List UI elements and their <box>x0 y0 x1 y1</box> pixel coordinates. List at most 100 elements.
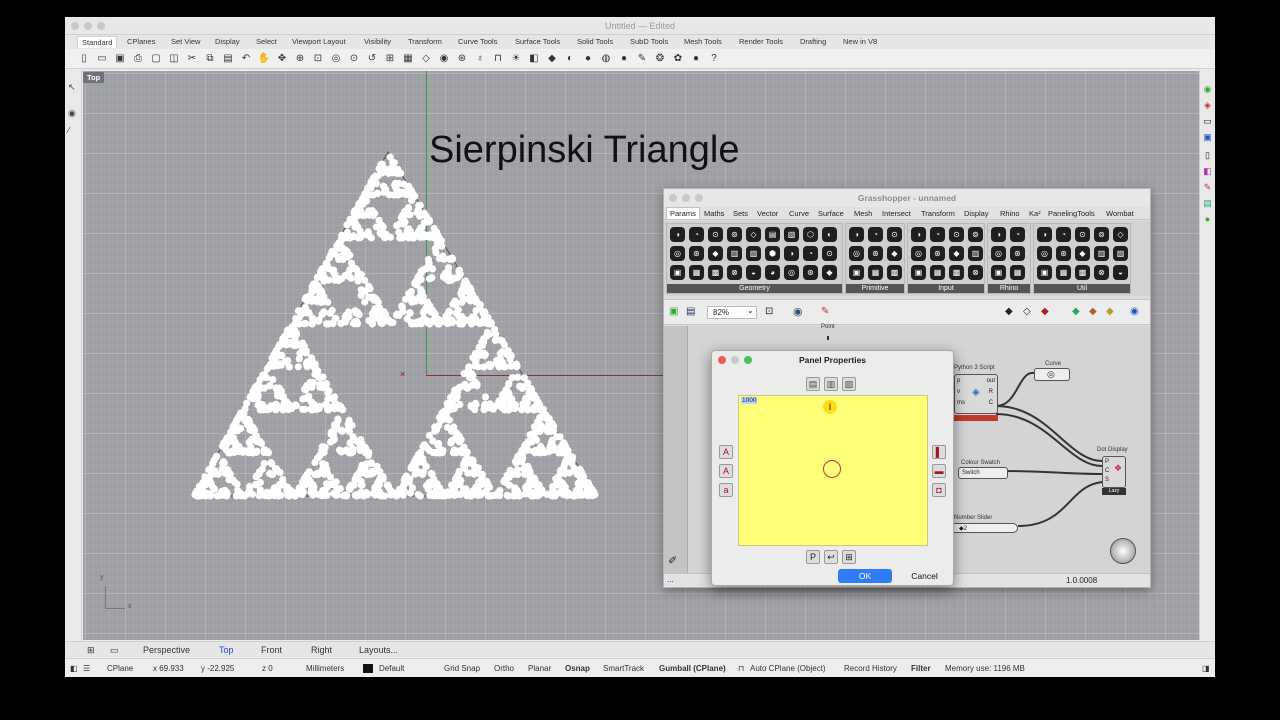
color-wheel-icon[interactable]: ◐ <box>563 52 577 66</box>
tab-mesh-tools[interactable]: Mesh Tools <box>684 37 722 46</box>
gh-tab-mesh[interactable]: Mesh <box>854 209 872 218</box>
component-icon[interactable]: ◎ <box>1037 246 1052 261</box>
tab-standard[interactable]: Standard <box>77 36 118 48</box>
panel-toggle-icon[interactable]: ◧ <box>70 664 78 673</box>
component-icon[interactable]: ▩ <box>708 265 723 280</box>
view-tab-layouts[interactable]: Layouts... <box>359 645 398 655</box>
tab-subd-tools[interactable]: SubD Tools <box>630 37 668 46</box>
status-gumball[interactable]: Gumball (CPlane) <box>659 664 726 673</box>
select-icon[interactable]: ⊛ <box>455 52 469 66</box>
component-icon[interactable]: ⬡ <box>803 227 818 242</box>
component-icon[interactable]: ◑ <box>784 246 799 261</box>
gh-tab-curve[interactable]: Curve <box>789 209 809 218</box>
view-tab-front[interactable]: Front <box>261 645 282 655</box>
menu-icon[interactable]: ☰ <box>83 664 90 673</box>
paragraph-button[interactable]: P <box>806 550 820 564</box>
material-icon[interactable]: ◈ <box>1202 100 1213 111</box>
tab-solid-tools[interactable]: Solid Tools <box>577 37 613 46</box>
component-icon[interactable]: ◆ <box>708 246 723 261</box>
component-icon[interactable]: ◕ <box>765 265 780 280</box>
component-icon[interactable]: ⊛ <box>868 246 883 261</box>
viewport-label[interactable]: Top <box>83 72 105 83</box>
dialog-minimize-dot[interactable] <box>731 356 739 364</box>
help-icon[interactable]: ? <box>707 52 721 66</box>
light-icon[interactable]: ♁ <box>473 52 487 66</box>
component-icon[interactable]: ▨ <box>1113 246 1128 261</box>
four-views-icon[interactable]: ⊞ <box>383 52 397 66</box>
status-planar[interactable]: Planar <box>528 664 551 673</box>
component-icon[interactable]: ▣ <box>849 265 864 280</box>
gh-close-dot[interactable] <box>669 194 677 202</box>
paste-icon[interactable]: ▤ <box>221 52 235 66</box>
rotate-view-icon[interactable]: ✥ <box>275 52 289 66</box>
component-icon[interactable]: ▦ <box>1056 265 1071 280</box>
gh-tab-ka2[interactable]: Ka² <box>1029 209 1041 218</box>
zoom-window-icon[interactable]: ⊡ <box>311 52 325 66</box>
component-icon[interactable]: ▨ <box>746 246 761 261</box>
gh-minimize-dot[interactable] <box>682 194 690 202</box>
gh-tab-wombat[interactable]: Wombat <box>1106 209 1134 218</box>
component-icon[interactable]: ◔ <box>1010 227 1025 242</box>
save-file-icon[interactable]: ▤ <box>686 306 695 317</box>
shaded-icon[interactable]: ● <box>617 52 631 66</box>
component-icon[interactable]: ▩ <box>949 265 964 280</box>
named-views-icon[interactable]: ▣ <box>1202 132 1213 143</box>
tab-select[interactable]: Select <box>256 37 277 46</box>
help-panel-icon[interactable]: ● <box>1202 214 1213 225</box>
pencil-icon[interactable]: ✎ <box>635 52 649 66</box>
component-icon[interactable]: ▧ <box>784 227 799 242</box>
font-style-button[interactable]: A <box>719 464 733 478</box>
component-icon[interactable]: ⊗ <box>968 265 983 280</box>
panel-color-button[interactable]: ▌ <box>932 445 946 459</box>
solve-icon[interactable]: ◆ <box>1089 306 1097 317</box>
component-icon[interactable]: ⊚ <box>727 227 742 242</box>
panel-text-content[interactable]: 1000 <box>741 397 758 404</box>
component-icon[interactable]: ▦ <box>868 265 883 280</box>
index-button[interactable]: ⊞ <box>842 550 856 564</box>
lightbulb-icon[interactable]: ☀ <box>509 52 523 66</box>
panel-bucket-button[interactable]: ◘ <box>932 483 946 497</box>
component-icon[interactable]: ◇ <box>1113 227 1128 242</box>
component-icon[interactable]: ⊗ <box>727 265 742 280</box>
component-icon[interactable]: ◔ <box>930 227 945 242</box>
component-icon[interactable]: ⊛ <box>803 265 818 280</box>
materials-icon[interactable]: ◆ <box>545 52 559 66</box>
object-properties-icon[interactable]: ◧ <box>527 52 541 66</box>
status-filter[interactable]: Filter <box>911 664 931 673</box>
tab-drafting[interactable]: Drafting <box>800 37 826 46</box>
align-left-button[interactable]: ▤ <box>806 377 820 391</box>
cancel-button[interactable]: Cancel <box>902 569 947 583</box>
font-color-button[interactable]: a <box>719 483 733 497</box>
gh-tab-maths[interactable]: Maths <box>704 209 724 218</box>
monitor-icon[interactable]: ▭ <box>1202 116 1213 127</box>
gh-tab-surface[interactable]: Surface <box>818 209 844 218</box>
grid-icon[interactable]: ▦ <box>401 52 415 66</box>
component-icon[interactable]: ⊙ <box>708 227 723 242</box>
status-ortho[interactable]: Ortho <box>494 664 514 673</box>
zoom-icon[interactable]: ⊕ <box>293 52 307 66</box>
render-sphere-icon[interactable]: ● <box>581 52 595 66</box>
component-icon[interactable]: ⬢ <box>765 246 780 261</box>
right-panel-toggle-icon[interactable]: ◨ <box>1202 664 1210 673</box>
component-icon[interactable]: ◔ <box>1056 227 1071 242</box>
gh-tab-transform[interactable]: Transform <box>921 209 955 218</box>
gh-zoom-dot[interactable] <box>695 194 703 202</box>
pan-icon[interactable]: ✋ <box>257 52 271 66</box>
navigation-compass[interactable] <box>1110 538 1136 564</box>
tab-set-view[interactable]: Set View <box>171 37 200 46</box>
display-icon[interactable]: ◉ <box>1202 84 1213 95</box>
dialog-zoom-dot[interactable] <box>744 356 752 364</box>
close-dot[interactable] <box>71 22 79 30</box>
gh-tab-display[interactable]: Display <box>964 209 989 218</box>
component-icon[interactable]: ◐ <box>822 227 837 242</box>
component-icon[interactable]: ▥ <box>727 246 742 261</box>
zoom-selected-icon[interactable]: ⊙ <box>347 52 361 66</box>
layers-icon[interactable]: ◧ <box>1202 166 1213 177</box>
tab-visibility[interactable]: Visibility <box>364 37 391 46</box>
layer-icon[interactable]: ◉ <box>437 52 451 66</box>
view-tab-right[interactable]: Right <box>311 645 332 655</box>
font-button[interactable]: A <box>719 445 733 459</box>
component-icon[interactable]: ▩ <box>887 265 902 280</box>
component-icon[interactable]: ◎ <box>784 265 799 280</box>
component-icon[interactable]: ▦ <box>1010 265 1025 280</box>
